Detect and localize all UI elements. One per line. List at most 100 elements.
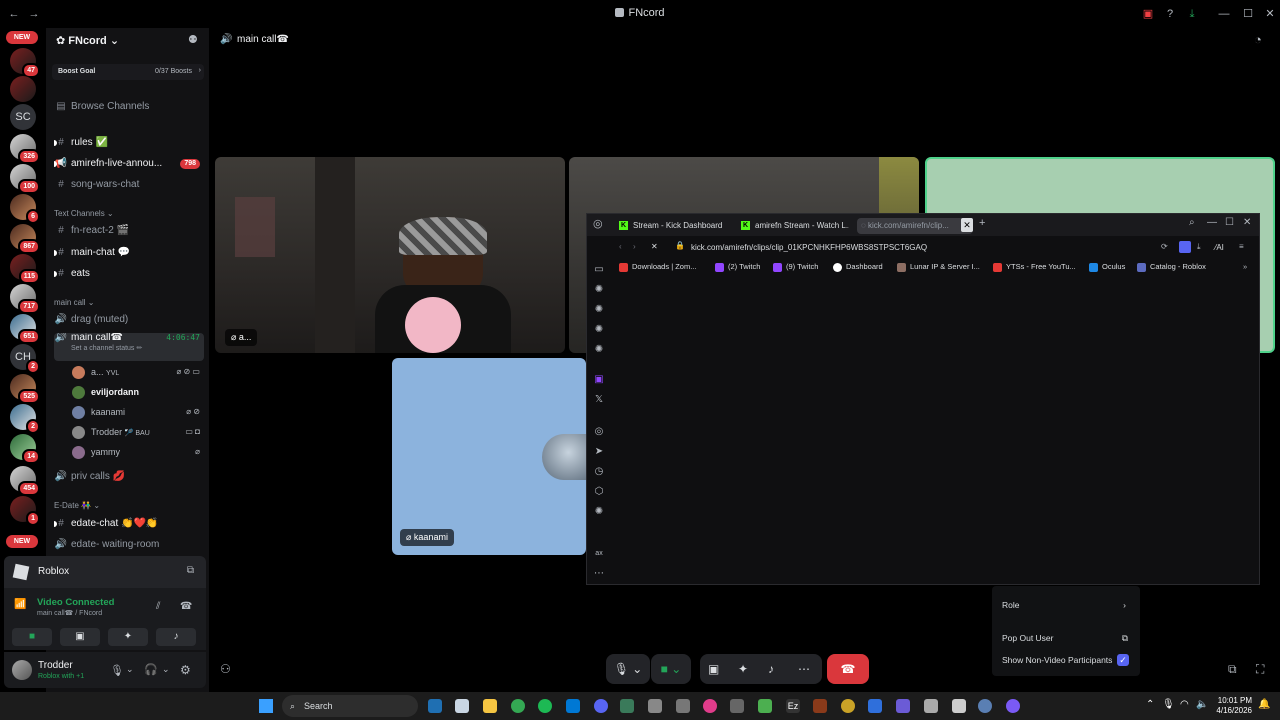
voice-channel-drag[interactable]: 🔊 drag (muted) — [54, 311, 204, 329]
server-icon[interactable]: 454 — [10, 466, 40, 496]
spotify-icon[interactable] — [538, 699, 552, 713]
clock[interactable]: 10:01 PM 4/16/2026 — [1212, 696, 1252, 716]
server-icon[interactable]: SC — [10, 104, 36, 130]
channel-edate-chat[interactable]: # edate-chat 👏❤️👏 — [54, 515, 204, 533]
forward-arrow-icon[interactable]: › — [633, 242, 636, 251]
activities-icon[interactable]: ✦ — [738, 654, 748, 684]
server-icon[interactable]: 100 — [10, 164, 40, 194]
server-header[interactable]: ✿ FNcord ⌄ — [56, 34, 119, 47]
server-icon[interactable]: 115 — [10, 254, 40, 284]
activities-button[interactable]: ✦ — [108, 628, 148, 646]
windows-start-icon[interactable] — [259, 699, 273, 713]
more-icon[interactable]: ⋯ — [798, 654, 810, 684]
taskbar-app-icon[interactable] — [813, 699, 827, 713]
voice-user[interactable]: kaanami ⌀ ⊘ — [72, 403, 202, 421]
menu-item-role[interactable]: Role › — [1002, 596, 1132, 614]
taskbar-app-icon[interactable] — [703, 699, 717, 713]
refresh-icon[interactable]: ⟳ — [1161, 242, 1168, 251]
chatgpt-icon[interactable]: ✺ — [593, 506, 605, 518]
maximize-icon[interactable]: ☐ — [1225, 217, 1234, 228]
taskbar-app-icon[interactable] — [648, 699, 662, 713]
ai-icon[interactable]: ax — [593, 548, 605, 560]
server-icon[interactable]: 326 — [10, 134, 40, 164]
minimize-icon[interactable]: — — [1216, 6, 1232, 22]
voice-user[interactable]: eviljordann — [72, 383, 202, 401]
channel-song-wars[interactable]: # song-wars-chat — [54, 176, 204, 194]
chatgpt-icon[interactable]: ✺ — [593, 284, 605, 296]
menu-item-pop-out[interactable]: Pop Out User ⧉ — [1002, 629, 1132, 647]
ai-button[interactable]: ⁄AI — [1215, 243, 1224, 252]
video-tile-kaanami[interactable]: ⌀ kaanami — [392, 358, 586, 555]
taskbar-app-icon[interactable] — [841, 699, 855, 713]
wifi-icon[interactable]: ◠ — [1180, 699, 1189, 710]
search-icon[interactable]: ⌕ — [1189, 217, 1195, 228]
taskbar-app-icon[interactable] — [952, 699, 966, 713]
volume-icon[interactable]: 🔈 — [1196, 699, 1208, 710]
more-bookmarks-icon[interactable]: » — [1243, 262, 1247, 271]
noise-suppression-icon[interactable]: ⫽ — [156, 601, 160, 612]
chrome-icon[interactable] — [511, 699, 525, 713]
twitch-icon[interactable]: ▣ — [593, 374, 605, 386]
new-tab-icon[interactable]: + — [979, 217, 985, 229]
pop-out-icon[interactable]: ⧉ — [1228, 662, 1237, 677]
server-icon[interactable]: 525 — [10, 374, 40, 404]
taskbar-app-icon[interactable]: Ez — [786, 699, 800, 713]
bookmark[interactable]: Catalog - Roblox — [1137, 262, 1206, 272]
avatar[interactable] — [12, 660, 32, 680]
download-icon[interactable]: ⤓ — [1197, 242, 1201, 252]
x-icon[interactable]: 𝕏 — [593, 394, 605, 406]
add-member-icon[interactable]: ⚉ — [188, 33, 198, 46]
help-icon[interactable]: ? — [1162, 6, 1178, 22]
voice-channel-priv-calls[interactable]: 🔊 priv calls 💋 — [54, 468, 204, 486]
voice-channel-waiting-room[interactable]: 🔊 edate- waiting-room — [54, 536, 204, 554]
microphone-tray-icon[interactable]: 🎙 — [1162, 699, 1175, 710]
chatgpt-icon[interactable]: ✺ — [593, 304, 605, 316]
screen-share-button[interactable]: ▣ — [60, 628, 100, 646]
headphones-icon[interactable]: 🎧 — [144, 663, 158, 676]
category-main-call[interactable]: main call ⌄ — [54, 298, 95, 307]
browser-tab-active[interactable]: ◌ kick.com/amirefn/clip... — [857, 218, 973, 234]
taskbar-app-icon[interactable] — [1006, 699, 1020, 713]
inbox-icon[interactable]: ▣ — [1140, 6, 1156, 22]
browser-tab[interactable]: K Stream - Kick Dashboard — [619, 218, 735, 234]
voice-user[interactable]: yammy ⌀ — [72, 443, 202, 461]
camera-button[interactable]: ■ ⌄ — [651, 654, 691, 684]
chatgpt-icon[interactable]: ✺ — [593, 324, 605, 336]
tray-chevron-icon[interactable]: ⌃ — [1146, 699, 1154, 710]
camera-toggle-button[interactable]: ■ — [12, 628, 52, 646]
fullscreen-icon[interactable]: ⛶ — [1256, 662, 1264, 677]
taskbar-app-icon[interactable] — [896, 699, 910, 713]
address-bar[interactable]: ‹ › ✕ 🔒 kick.com/amirefn/clips/clip_01KP… — [611, 240, 1251, 256]
disconnect-call-button[interactable]: ☎ — [827, 654, 869, 684]
discord-icon[interactable] — [594, 699, 608, 713]
bookmark[interactable]: (2) Twitch — [715, 262, 760, 272]
server-icon[interactable]: 1 — [10, 496, 40, 526]
bookmark[interactable]: Dashboard — [833, 262, 883, 272]
menu-icon[interactable]: ≡ — [1239, 242, 1244, 251]
more-icon[interactable]: ⋯ — [593, 568, 605, 580]
browser-logo-icon[interactable]: ◎ — [593, 217, 603, 230]
chevron-down-icon[interactable]: ⌄ — [162, 664, 170, 675]
stop-loading-icon[interactable]: ✕ — [651, 242, 658, 251]
minecraft-icon[interactable] — [758, 699, 772, 713]
channel-eats[interactable]: # eats — [54, 265, 204, 283]
server-icon[interactable]: 6 — [10, 194, 40, 224]
channel-fn-react[interactable]: # fn-react-2 🎬 — [54, 222, 204, 240]
activity-icon[interactable]: ⧉ — [187, 565, 194, 576]
chat-icon[interactable]: ◔ — [1254, 32, 1262, 47]
chevron-down-icon[interactable]: ⌄ — [126, 664, 134, 675]
taskbar-app-icon[interactable] — [868, 699, 882, 713]
extension-icon[interactable] — [1179, 241, 1191, 253]
server-icon[interactable]: CH 2 — [10, 344, 40, 374]
voice-user[interactable]: Trodder 🏸 BAU ▭ ◘ — [72, 423, 202, 441]
download-icon[interactable]: ⤓ — [1184, 6, 1200, 22]
soundboard-button[interactable]: ♪ — [156, 628, 196, 646]
taskbar-app-icon[interactable] — [730, 699, 744, 713]
voice-channel-main-call[interactable]: 🔊 main call☎ 4:06:47 Set a channel status… — [54, 333, 204, 361]
channel-main-chat[interactable]: # main-chat 💬 — [54, 244, 204, 262]
taskbar-app-icon[interactable] — [924, 699, 938, 713]
bookmark[interactable]: Downloads | Zom... — [619, 262, 696, 272]
server-icon[interactable]: 2 — [10, 404, 40, 434]
voice-user[interactable]: a... YVL ⌀ ⊘ ▭ — [72, 363, 202, 381]
box-icon[interactable]: ⬡ — [593, 486, 605, 498]
